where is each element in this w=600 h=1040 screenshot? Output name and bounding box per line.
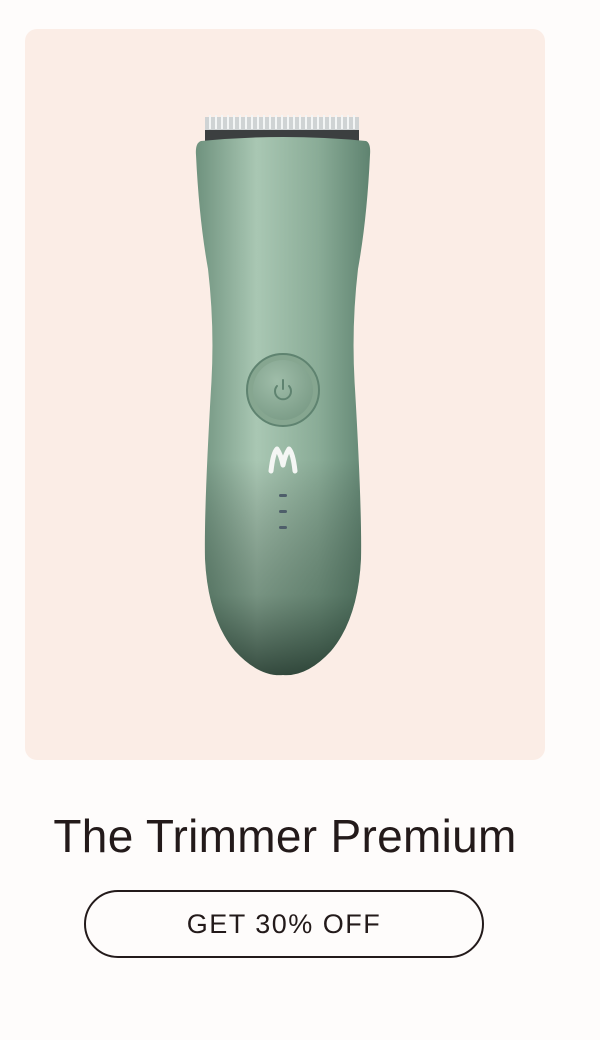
product-title: The Trimmer Premium	[53, 810, 517, 862]
product-image-card[interactable]	[25, 29, 545, 760]
trimmer-icon	[195, 115, 371, 676]
get-discount-button[interactable]: GET 30% OFF	[84, 890, 484, 958]
